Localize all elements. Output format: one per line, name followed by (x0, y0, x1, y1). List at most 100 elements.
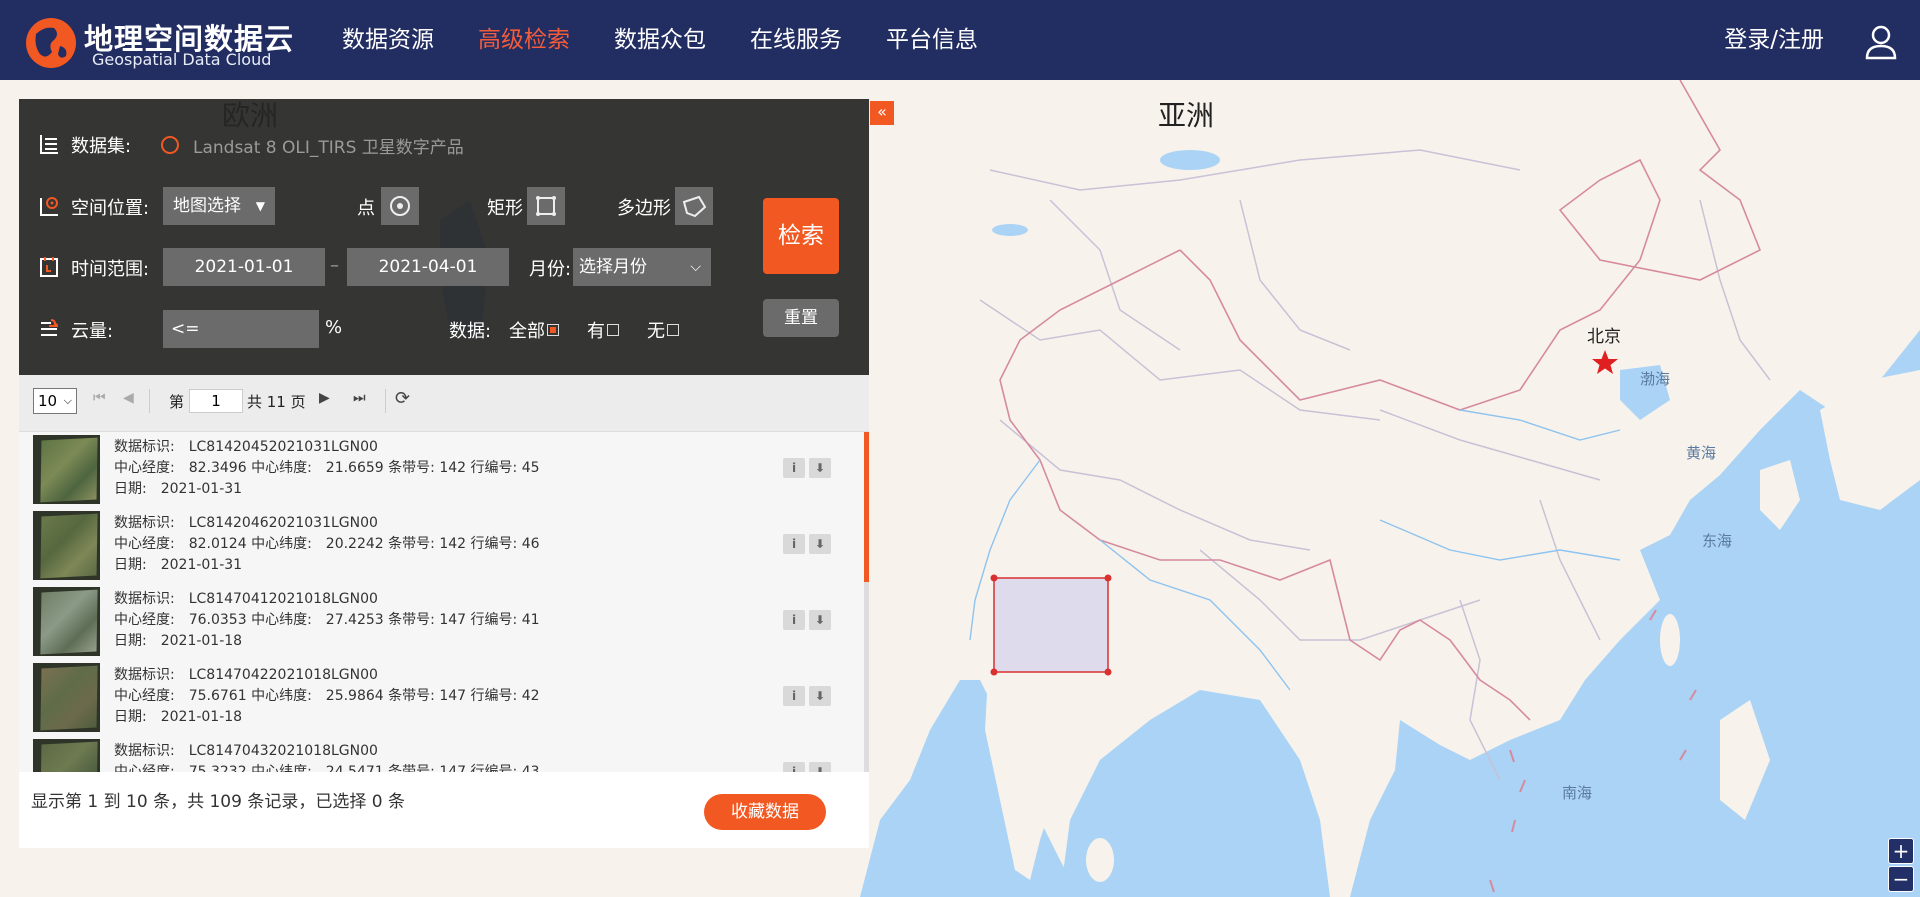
month-select-value: 选择月份 (579, 257, 647, 277)
collect-data-button[interactable]: 收藏数据 (704, 794, 826, 830)
scene-thumbnail[interactable] (33, 587, 100, 656)
chevron-down-icon: ⌵ (690, 259, 701, 275)
nav-platform-info[interactable]: 平台信息 (864, 0, 1000, 80)
search-button[interactable]: 检索 (763, 198, 839, 274)
zoom-out-button[interactable]: − (1888, 866, 1914, 892)
time-label: 时间范围: (71, 259, 150, 280)
page-number-input[interactable]: 1 (189, 389, 243, 413)
month-select[interactable]: 选择月份 ⌵ (573, 248, 711, 286)
row-label: 行编号: (470, 536, 518, 552)
scene-thumbnail[interactable] (33, 435, 100, 504)
checkbox-icon[interactable] (667, 324, 679, 336)
page-size-select[interactable]: 10 ⌵ (33, 388, 77, 414)
results-scrollbar[interactable] (864, 432, 869, 772)
download-icon[interactable]: ⬇ (809, 534, 831, 554)
selection-vertex-handle[interactable] (1104, 668, 1112, 676)
last-page-icon[interactable]: ⏭ (353, 390, 366, 406)
nav-advanced-search[interactable]: 高级检索 (456, 0, 592, 80)
scene-thumbnail[interactable] (33, 663, 100, 732)
data-option-all[interactable]: 全部 (509, 317, 559, 343)
download-icon[interactable]: ⬇ (809, 610, 831, 630)
dataset-value[interactable]: Landsat 8 OLI_TIRS 卫星数字产品 (193, 133, 464, 158)
scene-id: LC81420452021031LGN00 (188, 439, 378, 455)
center-lat: 27.4253 (325, 612, 384, 628)
nav-data-resources[interactable]: 数据资源 (320, 0, 456, 80)
selection-vertex-handle[interactable] (1104, 574, 1112, 582)
data-option-no-label: 无 (647, 321, 665, 342)
center-lat: 21.6659 (325, 460, 384, 476)
nav-data-crowdsourcing[interactable]: 数据众包 (592, 0, 728, 80)
checkbox-icon[interactable] (607, 324, 619, 336)
lat-label: 中心纬度: (251, 536, 312, 552)
download-icon[interactable]: ⬇ (809, 686, 831, 706)
first-page-icon[interactable]: ⏮ (93, 390, 106, 406)
info-icon[interactable]: i (783, 458, 805, 478)
scene-thumbnail[interactable] (33, 511, 100, 580)
calendar-icon (40, 257, 58, 277)
pagination-bar: 10 ⌵ ⏮ ◀ 第 1 共 11 页 ▶ ⏭ ⟳ (19, 375, 869, 432)
cloud-row: 云量: <= % 数据: 全部 有 无 (19, 309, 869, 349)
user-icon[interactable] (1864, 24, 1898, 60)
start-date-input[interactable]: 2021-01-01 (163, 248, 325, 286)
info-icon[interactable]: i (783, 762, 805, 772)
path-label: 条带号: (388, 612, 435, 628)
row-value: 42 (521, 688, 540, 704)
center-lon: 75.3232 (188, 764, 247, 772)
selection-vertex-handle[interactable] (990, 574, 998, 582)
download-icon[interactable]: ⬇ (809, 762, 831, 772)
prev-page-icon[interactable]: ◀ (123, 390, 134, 406)
scene-date: 2021-01-18 (160, 633, 243, 649)
results-panel: 10 ⌵ ⏮ ◀ 第 1 共 11 页 ▶ ⏭ ⟳ 数据标识: LC8142045… (19, 375, 869, 848)
result-item[interactable]: 数据标识: LC81470412021018LGN00 中心经度: 76.0353 … (19, 584, 865, 661)
scrollbar-thumb[interactable] (864, 432, 869, 582)
info-icon[interactable]: i (783, 686, 805, 706)
cloud-layers-icon (41, 319, 59, 336)
result-item[interactable]: 数据标识: LC81420462021031LGN00 中心经度: 82.0124 … (19, 508, 865, 585)
scene-date: 2021-01-31 (160, 481, 243, 497)
nav-online-services[interactable]: 在线服务 (728, 0, 864, 80)
top-header: 地理空间数据云 Geospatial Data Cloud 数据资源 高级检索 … (0, 0, 1920, 80)
row-label: 行编号: (470, 764, 518, 772)
checkbox-checked-icon[interactable] (547, 324, 559, 336)
polygon-tool-button[interactable] (675, 187, 713, 225)
scene-thumbnail[interactable] (33, 739, 100, 772)
result-item[interactable]: 数据标识: LC81470422021018LGN00 中心经度: 75.6761 … (19, 660, 865, 737)
data-option-yes[interactable]: 有 (587, 317, 619, 343)
download-icon[interactable]: ⬇ (809, 458, 831, 478)
login-register-link[interactable]: 登录/注册 (1724, 0, 1824, 80)
scene-date: 2021-01-31 (160, 557, 243, 573)
point-label: 点 (357, 198, 375, 219)
collapse-panel-button[interactable]: « (870, 101, 894, 125)
point-tool-button[interactable] (381, 187, 419, 225)
info-icon[interactable]: i (783, 610, 805, 630)
info-icon[interactable]: i (783, 534, 805, 554)
location-method-select[interactable]: 地图选择 ▼ (163, 187, 275, 225)
id-label: 数据标识: (114, 591, 175, 607)
selection-rectangle[interactable] (993, 577, 1109, 673)
path-label: 条带号: (388, 536, 435, 552)
id-label: 数据标识: (114, 667, 175, 683)
end-date-input[interactable]: 2021-04-01 (347, 248, 509, 286)
reset-button[interactable]: 重置 (763, 299, 839, 337)
data-option-no[interactable]: 无 (647, 317, 679, 343)
zoom-in-button[interactable]: + (1888, 838, 1914, 864)
cloud-label: 云量: (71, 321, 114, 342)
add-circle-icon[interactable] (161, 136, 179, 154)
site-logo[interactable]: 地理空间数据云 Geospatial Data Cloud (24, 14, 293, 69)
center-lat: 24.5471 (325, 764, 384, 772)
caret-down-icon: ▼ (255, 199, 265, 213)
result-item[interactable]: 数据标识: LC81420452021031LGN00 中心经度: 82.3496 … (19, 432, 865, 509)
refresh-icon[interactable]: ⟳ (395, 388, 410, 409)
id-label: 数据标识: (114, 439, 175, 455)
location-label: 空间位置: (71, 198, 150, 219)
rectangle-label: 矩形 (487, 198, 523, 219)
path-label: 条带号: (388, 460, 435, 476)
result-item[interactable]: 数据标识: LC81470432021018LGN00 中心经度: 75.3232 … (19, 736, 865, 772)
chevron-down-icon: ⌵ (63, 394, 72, 407)
next-page-icon[interactable]: ▶ (319, 390, 330, 406)
cloud-cover-input[interactable]: <= (163, 310, 319, 348)
search-panel: 数据集: Landsat 8 OLI_TIRS 卫星数字产品 空间位置: 地图选… (19, 99, 869, 375)
selection-vertex-handle[interactable] (990, 668, 998, 676)
cloud-unit: % (325, 317, 343, 338)
rectangle-tool-button[interactable] (527, 187, 565, 225)
